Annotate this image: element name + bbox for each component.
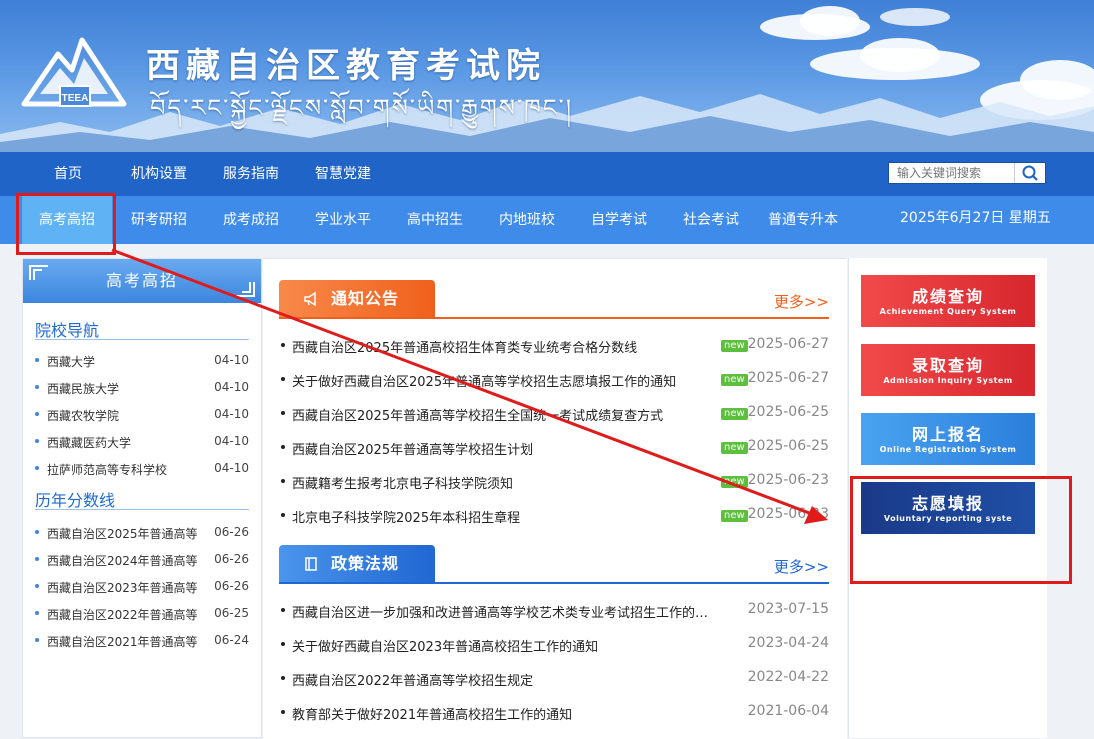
policy-row[interactable]: 西藏自治区进一步加强和改进普通高等学校艺术类专业考试招生工作的实施意见 2023-…	[279, 593, 829, 627]
score-query-button[interactable]: 成绩查询 Achievement Query System	[861, 275, 1035, 327]
notices-tab[interactable]: 通知公告	[279, 280, 435, 318]
current-date: 2025年6月27日 星期五	[900, 210, 1051, 226]
new-badge: new	[721, 510, 748, 522]
list-item[interactable]: 西藏自治区2021年普通高等... 06-24	[35, 627, 249, 654]
nav-main-inland-class[interactable]: 内地班校	[482, 196, 572, 244]
header-banner: TEEA 西藏自治区教育考试院 བོད་རང་སྐྱོང་ལྗོངས་སློབ་…	[0, 0, 1094, 152]
left-sidebar: 高考高招 院校导航 西藏大学 04-10 西藏民族大学 04-10 西藏农牧学院 04…	[22, 258, 262, 738]
nav-main-academic-level[interactable]: 学业水平	[298, 196, 388, 244]
highlight-box-gaokao	[16, 193, 116, 255]
section-title-score-lines: 历年分数线	[35, 491, 116, 510]
policy-row[interactable]: 教育部关于做好2021年普通高校招生工作的通知 2021-06-04	[279, 695, 829, 729]
document-icon	[305, 557, 317, 571]
policies-more-link[interactable]: 更多>>	[774, 556, 829, 577]
new-badge: new	[721, 374, 748, 386]
teea-logo-icon: TEEA	[21, 37, 127, 107]
notice-row[interactable]: 西藏自治区2025年普通高等学校招生计划 new 2025-06-25	[279, 430, 829, 464]
svg-text:TEEA: TEEA	[62, 93, 89, 104]
nav-top-home[interactable]: 首页	[40, 152, 96, 196]
notices-more-link[interactable]: 更多>>	[774, 291, 829, 312]
new-badge: new	[721, 442, 748, 454]
admission-query-button[interactable]: 录取查询 Admission Inquiry System	[861, 344, 1035, 396]
sidebar-header: 高考高招	[23, 259, 261, 303]
online-registration-button[interactable]: 网上报名 Online Registration System	[861, 413, 1035, 465]
policies-tab[interactable]: 政策法规	[279, 545, 435, 583]
nav-top-service-guide[interactable]: 服务指南	[216, 152, 286, 196]
nav-top-party-building[interactable]: 智慧党建	[308, 152, 378, 196]
search-input[interactable]	[889, 163, 1031, 183]
highlight-box-volunteer-filling	[850, 476, 1072, 584]
corner-ornament-icon	[29, 265, 48, 280]
megaphone-icon	[304, 291, 316, 307]
corner-ornament-icon	[236, 282, 255, 297]
list-item[interactable]: 西藏自治区2025年普通高等... 06-26	[35, 519, 249, 546]
notice-row[interactable]: 西藏籍考生报考北京电子科技学院须知 new 2025-06-23	[279, 464, 829, 498]
notice-row[interactable]: 西藏自治区2025年普通高等学校招生全国统一考试成绩复查方式 new 2025-06…	[279, 396, 829, 430]
policy-row[interactable]: 西藏自治区2022年普通高等学校招生规定 2022-04-22	[279, 661, 829, 695]
nav-main-social-exam[interactable]: 社会考试	[666, 196, 756, 244]
notice-row[interactable]: 西藏自治区2025年普通高校招生体育类专业统考合格分数线 new 2025-06-2…	[279, 328, 829, 362]
new-badge: new	[721, 408, 748, 420]
notice-row[interactable]: 北京电子科技学院2025年本科招生章程 new 2025-06-23	[279, 498, 829, 532]
notice-row[interactable]: 关于做好西藏自治区2025年普通高等学校招生志愿填报工作的通知 new 2025-0…	[279, 362, 829, 396]
search-icon	[1022, 165, 1038, 181]
nav-main-adult-exam[interactable]: 成考成招	[206, 196, 296, 244]
nav-top-organization[interactable]: 机构设置	[124, 152, 194, 196]
nav-main-self-study-exam[interactable]: 自学考试	[574, 196, 664, 244]
list-item[interactable]: 西藏藏医药大学 04-10	[35, 428, 249, 455]
search-box	[888, 162, 1046, 184]
site-title: 西藏自治区教育考试院	[146, 46, 546, 86]
list-item[interactable]: 西藏大学 04-10	[35, 347, 249, 374]
nav-main-upgrade-bachelor[interactable]: 普通专升本	[758, 196, 848, 244]
new-badge: new	[721, 340, 748, 352]
site-subtitle-tibetan: བོད་རང་སྐྱོང་ལྗོངས་སློབ་གསོ་ཡིག་རྒྱུགས་ཁ…	[150, 94, 574, 122]
new-badge: new	[721, 476, 748, 488]
list-item[interactable]: 西藏自治区2024年普通高等... 06-26	[35, 546, 249, 573]
search-button[interactable]	[1014, 163, 1045, 183]
list-item[interactable]: 西藏农牧学院 04-10	[35, 401, 249, 428]
list-item[interactable]: 西藏民族大学 04-10	[35, 374, 249, 401]
section-title-school-navigation: 院校导航	[35, 321, 100, 340]
main-content: 通知公告 更多>> 西藏自治区2025年普通高校招生体育类专业统考合格分数线 ne…	[263, 258, 847, 739]
list-item[interactable]: 西藏自治区2022年普通高等... 06-25	[35, 600, 249, 627]
list-item[interactable]: 拉萨师范高等专科学校 04-10	[35, 455, 249, 482]
nav-main-high-school[interactable]: 高中招生	[390, 196, 480, 244]
policy-row[interactable]: 关于做好西藏自治区2023年普通高校招生工作的通知 2023-04-24	[279, 627, 829, 661]
list-item[interactable]: 西藏自治区2023年普通高等... 06-26	[35, 573, 249, 600]
nav-main-graduate-exam[interactable]: 研考研招	[114, 196, 204, 244]
